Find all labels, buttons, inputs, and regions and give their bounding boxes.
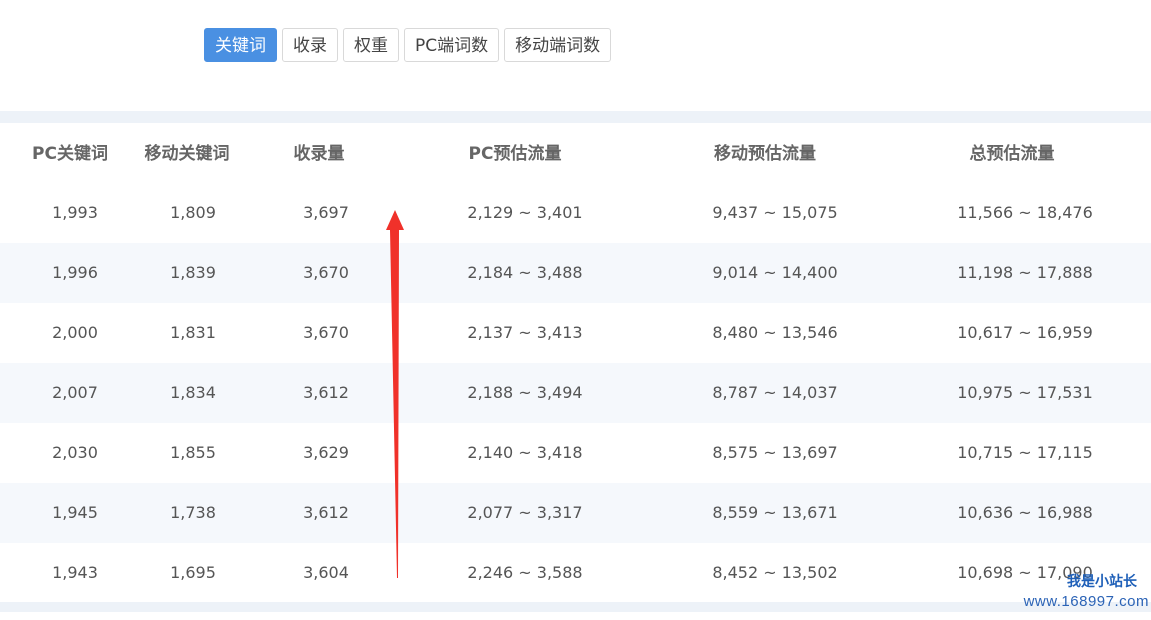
cell-total-traffic: 10,975 ~ 17,531 [957,383,1093,402]
cell-indexed-count: 3,604 [303,563,349,582]
table-top-band [0,111,1151,123]
cell-indexed-count: 3,629 [303,443,349,462]
cell-total-traffic: 10,617 ~ 16,959 [957,323,1093,342]
cell-mobile-traffic: 8,575 ~ 13,697 [712,443,838,462]
tab-pc-word-count[interactable]: PC端词数 [404,28,500,62]
cell-pc-traffic: 2,188 ~ 3,494 [467,383,583,402]
header-mobile-traffic: 移动预估流量 [714,144,816,164]
table-row: 1,943 1,695 3,604 2,246 ~ 3,588 8,452 ~ 13,5… [0,543,1151,603]
cell-pc-keywords: 2,000 [52,323,98,342]
table-row: 2,007 1,834 3,612 2,188 ~ 3,494 8,787 ~ 14,0… [0,363,1151,423]
table-row: 1,945 1,738 3,612 2,077 ~ 3,317 8,559 ~ 13,6… [0,483,1151,543]
cell-mobile-traffic: 8,452 ~ 13,502 [712,563,838,582]
cell-indexed-count: 3,670 [303,263,349,282]
red-arrow-annotation [386,210,404,578]
cell-pc-keywords: 1,945 [52,503,98,522]
cell-mobile-keywords: 1,809 [170,203,216,222]
cell-total-traffic: 10,715 ~ 17,115 [957,443,1093,462]
cell-mobile-keywords: 1,834 [170,383,216,402]
table-body: 1,993 1,809 3,697 2,129 ~ 3,401 9,437 ~ 15,0… [0,183,1151,603]
cell-indexed-count: 3,697 [303,203,349,222]
cell-pc-keywords: 2,030 [52,443,98,462]
table-row: 1,993 1,809 3,697 2,129 ~ 3,401 9,437 ~ 15,0… [0,183,1151,243]
cell-pc-traffic: 2,184 ~ 3,488 [467,263,583,282]
cell-pc-traffic: 2,077 ~ 3,317 [467,503,583,522]
cell-pc-keywords: 1,996 [52,263,98,282]
cell-pc-traffic: 2,246 ~ 3,588 [467,563,583,582]
cell-pc-traffic: 2,129 ~ 3,401 [467,203,583,222]
watermark: 我是小站长 www.168997.com [1024,572,1149,612]
cell-indexed-count: 3,612 [303,503,349,522]
header-indexed-count: 收录量 [293,144,345,164]
header-mobile-keywords: 移动关键词 [144,144,230,164]
tab-indexed[interactable]: 收录 [282,28,338,62]
table-row: 2,000 1,831 3,670 2,137 ~ 3,413 8,480 ~ 13,5… [0,303,1151,363]
cell-mobile-traffic: 9,437 ~ 15,075 [712,203,838,222]
cell-mobile-keywords: 1,738 [170,503,216,522]
header-pc-traffic: PC预估流量 [468,144,562,164]
watermark-url: www.168997.com [1023,593,1149,610]
arrow-shape [386,210,404,578]
tab-bar: 关键词 收录 权重 PC端词数 移动端词数 [204,28,612,62]
cell-total-traffic: 10,636 ~ 16,988 [957,503,1093,522]
cell-mobile-traffic: 8,559 ~ 13,671 [712,503,838,522]
cell-indexed-count: 3,612 [303,383,349,402]
data-table: PC关键词 移动关键词 收录量 PC预估流量 移动预估流量 总预估流量 1,99… [0,123,1151,603]
cell-pc-keywords: 1,943 [52,563,98,582]
cell-total-traffic: 11,566 ~ 18,476 [957,203,1093,222]
table-header: PC关键词 移动关键词 收录量 PC预估流量 移动预估流量 总预估流量 [0,123,1151,183]
tab-keywords[interactable]: 关键词 [204,28,277,62]
table-bottom-band [0,602,1151,612]
tab-mobile-word-count[interactable]: 移动端词数 [504,28,612,62]
watermark-text: 我是小站长 [1067,574,1137,590]
cell-pc-keywords: 2,007 [52,383,98,402]
cell-mobile-traffic: 8,787 ~ 14,037 [712,383,838,402]
cell-mobile-keywords: 1,695 [170,563,216,582]
cell-mobile-traffic: 9,014 ~ 14,400 [712,263,838,282]
cell-pc-keywords: 1,993 [52,203,98,222]
table-row: 2,030 1,855 3,629 2,140 ~ 3,418 8,575 ~ 13,6… [0,423,1151,483]
header-pc-keywords: PC关键词 [32,144,108,164]
cell-pc-traffic: 2,140 ~ 3,418 [467,443,583,462]
cell-total-traffic: 11,198 ~ 17,888 [957,263,1093,282]
cell-mobile-keywords: 1,855 [170,443,216,462]
cell-indexed-count: 3,670 [303,323,349,342]
table-row: 1,996 1,839 3,670 2,184 ~ 3,488 9,014 ~ 14,4… [0,243,1151,303]
header-total-traffic: 总预估流量 [969,144,1055,164]
cell-mobile-keywords: 1,839 [170,263,216,282]
cell-mobile-keywords: 1,831 [170,323,216,342]
cell-mobile-traffic: 8,480 ~ 13,546 [712,323,838,342]
cell-pc-traffic: 2,137 ~ 3,413 [467,323,583,342]
tab-weight[interactable]: 权重 [343,28,399,62]
